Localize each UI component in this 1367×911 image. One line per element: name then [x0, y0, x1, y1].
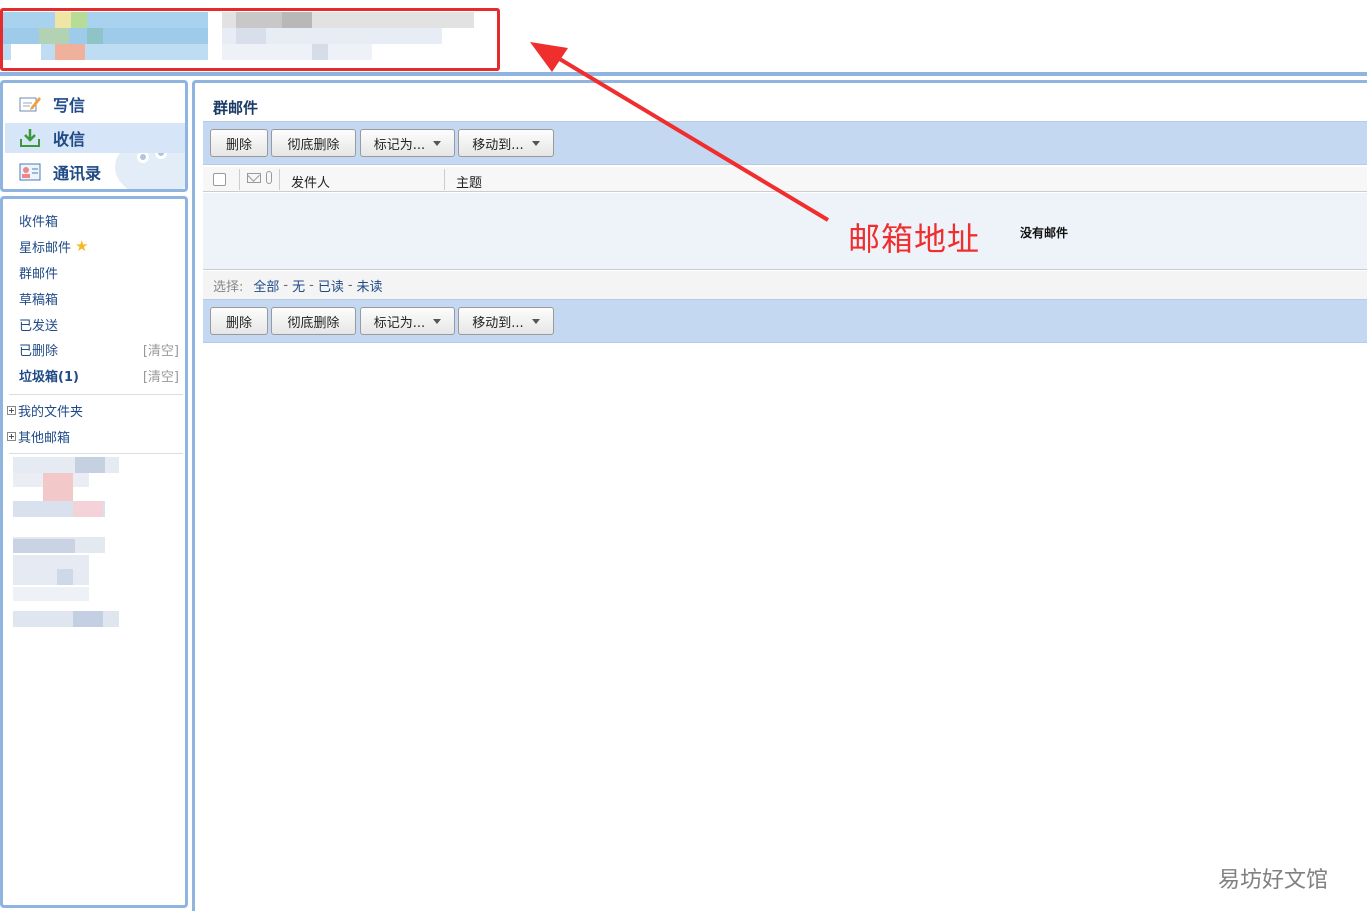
mail-app-window: 写信 收信 通讯录 收件箱 星标邮件 ★ 群邮件 草稿箱 已发送 已删除 [清空…: [0, 0, 1367, 911]
annotation-arrow: [530, 42, 830, 222]
watermark: 易坊好文馆: [1218, 868, 1329, 893]
annotation-label: 邮箱地址: [848, 220, 981, 258]
